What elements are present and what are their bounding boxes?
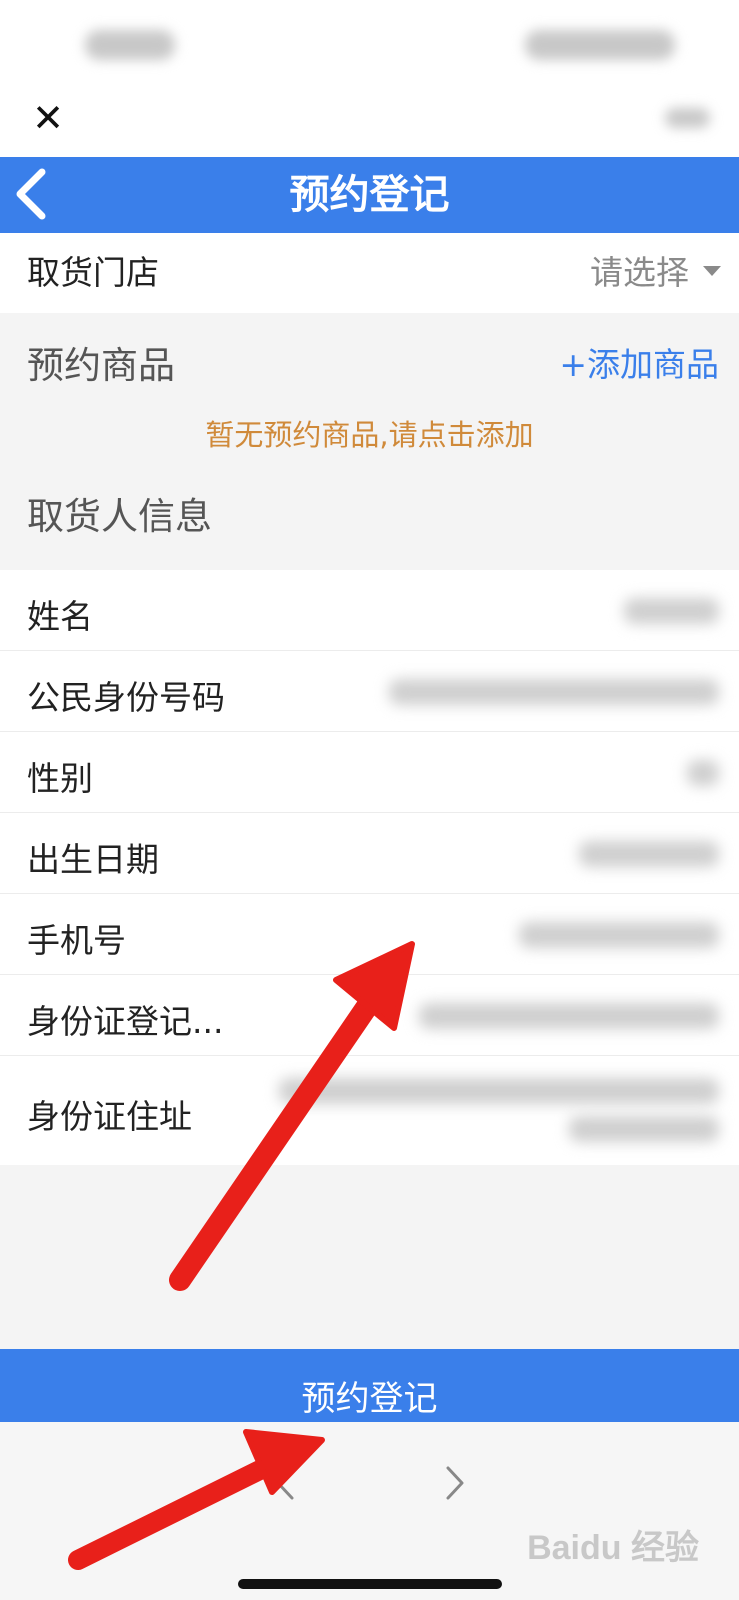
info-row-id-authority[interactable]: 身份证登记...: [0, 975, 739, 1056]
info-value-blurred: [389, 679, 719, 705]
watermark: Baidu 经验: [527, 1529, 699, 1567]
info-value-blurred: [687, 760, 719, 786]
submit-button[interactable]: 预约登记: [0, 1349, 739, 1422]
browser-forward-icon[interactable]: [440, 1458, 470, 1508]
info-row-id-number[interactable]: 公民身份号码: [0, 651, 739, 732]
webview-header: [0, 90, 739, 157]
info-label-id-authority: 身份证登记...: [27, 1002, 224, 1041]
pickup-info-title: 取货人信息: [27, 495, 212, 538]
browser-back-icon[interactable]: [270, 1458, 300, 1508]
home-indicator[interactable]: [238, 1579, 502, 1589]
info-value-blurred: [579, 841, 719, 867]
store-label: 取货门店: [27, 253, 159, 292]
dropdown-caret-icon[interactable]: [703, 266, 721, 276]
page-title: 预约登记: [289, 172, 450, 218]
info-row-name[interactable]: 姓名: [0, 570, 739, 651]
browser-toolbar: [0, 1422, 739, 1600]
info-label-id-number: 公民身份号码: [27, 678, 225, 717]
info-label-phone: 手机号: [27, 921, 126, 960]
goods-section-title: 预约商品: [27, 344, 175, 387]
status-time-blurred: [85, 30, 175, 60]
info-label-name: 姓名: [27, 597, 93, 636]
status-icons-blurred: [525, 30, 675, 60]
info-value-blurred: [279, 1078, 719, 1104]
add-goods-button[interactable]: +添加商品: [559, 338, 719, 386]
info-label-id-address: 身份证住址: [27, 1097, 192, 1136]
info-value-blurred: [419, 1003, 719, 1029]
pickup-info-list: 姓名 公民身份号码 性别 出生日期 手机号 身份证登记... 身份证住址: [0, 570, 739, 1165]
info-label-gender: 性别: [27, 759, 93, 798]
info-value-blurred: [569, 1116, 719, 1142]
info-row-gender[interactable]: 性别: [0, 732, 739, 813]
info-row-phone[interactable]: 手机号: [0, 894, 739, 975]
empty-goods-tip: 暂无预约商品,请点击添加: [205, 418, 534, 452]
info-value-blurred: [624, 598, 719, 624]
close-icon[interactable]: ✕: [30, 98, 66, 138]
info-label-birthdate: 出生日期: [27, 840, 159, 879]
webview-menu-blurred: [665, 108, 710, 128]
info-row-id-address[interactable]: 身份证住址: [0, 1056, 739, 1165]
info-row-birthdate[interactable]: 出生日期: [0, 813, 739, 894]
info-value-blurred: [519, 922, 719, 948]
store-select-value[interactable]: 请选择: [590, 233, 689, 313]
status-bar: [0, 0, 739, 90]
